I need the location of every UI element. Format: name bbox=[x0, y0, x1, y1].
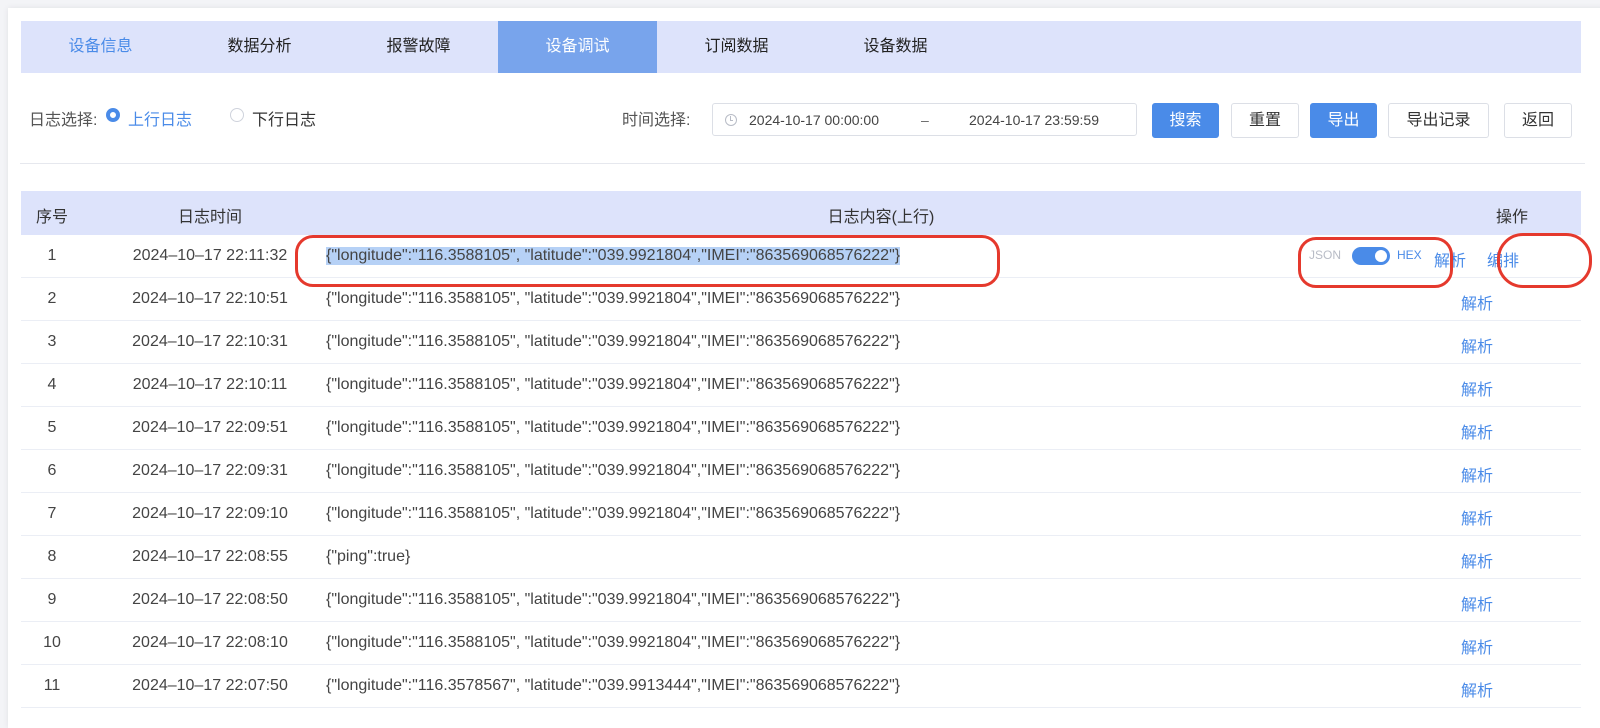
end-time-input[interactable]: 2024-10-17 23:59:59 bbox=[969, 112, 1099, 128]
tab-subscription-data[interactable]: 订阅数据 bbox=[657, 21, 816, 73]
table-row: 2 2024–10–17 22:10:51 {"longitude":"116.… bbox=[21, 278, 1581, 321]
row-seq: 5 bbox=[47, 419, 57, 436]
parse-link[interactable]: 解析 bbox=[1461, 591, 1493, 615]
tab-alarm-fault[interactable]: 报警故障 bbox=[339, 21, 498, 73]
row-seq: 3 bbox=[47, 333, 57, 350]
row-seq: 11 bbox=[43, 677, 61, 694]
row-seq: 6 bbox=[47, 462, 57, 479]
table-row: 9 2024–10–17 22:08:50 {"longitude":"116.… bbox=[21, 579, 1581, 622]
row-seq: 9 bbox=[47, 591, 57, 608]
row-seq: 2 bbox=[47, 290, 57, 307]
header-time: 日志时间 bbox=[177, 209, 242, 226]
table-row: 4 2024–10–17 22:10:11 {"longitude":"116.… bbox=[21, 364, 1581, 407]
toggle-json-label: JSON bbox=[1309, 248, 1342, 262]
log-table: 序号 日志时间 日志内容(上行) 操作 1 2024–10–17 22:11:3… bbox=[21, 191, 1581, 708]
table-row: 10 2024–10–17 22:08:10 {"longitude":"116… bbox=[21, 622, 1581, 665]
parse-link[interactable]: 解析 bbox=[1461, 462, 1493, 486]
parse-link[interactable]: 解析 bbox=[1461, 634, 1493, 658]
row-time: 2024–10–17 22:09:10 bbox=[132, 505, 288, 522]
date-range-picker[interactable]: 2024-10-17 00:00:00 – 2024-10-17 23:59:5… bbox=[712, 103, 1137, 136]
row-content: {"longitude":"116.3588105", "latitude":"… bbox=[326, 290, 901, 307]
row-content: {"longitude":"116.3588105", "latitude":"… bbox=[326, 376, 901, 393]
uplink-radio[interactable] bbox=[106, 108, 120, 122]
table-row: 6 2024–10–17 22:09:31 {"longitude":"116.… bbox=[21, 450, 1581, 493]
table-row: 7 2024–10–17 22:09:10 {"longitude":"116.… bbox=[21, 493, 1581, 536]
parse-link[interactable]: 解析 bbox=[1461, 419, 1493, 443]
parse-link[interactable]: 解析 bbox=[1461, 548, 1493, 572]
time-select-label: 时间选择: bbox=[622, 112, 691, 129]
toggle-hex-label: HEX bbox=[1397, 248, 1422, 262]
filter-bar: 日志选择: 上行日志 下行日志 时间选择: 2024-10-17 00:00:0… bbox=[20, 96, 1585, 138]
row-seq: 1 bbox=[47, 247, 57, 264]
back-button[interactable]: 返回 bbox=[1504, 103, 1572, 138]
export-records-button[interactable]: 导出记录 bbox=[1388, 103, 1489, 138]
row-time: 2024–10–17 22:11:32 bbox=[132, 247, 288, 264]
log-select-label: 日志选择: bbox=[29, 112, 98, 129]
row-time: 2024–10–17 22:08:55 bbox=[132, 548, 288, 565]
row-content: {"longitude":"116.3588105", "latitude":"… bbox=[326, 419, 901, 436]
row-time: 2024–10–17 22:07:50 bbox=[132, 677, 288, 694]
uplink-radio-label[interactable]: 上行日志 bbox=[128, 106, 192, 130]
row-content[interactable]: {"longitude":"116.3588105", "latitude":"… bbox=[326, 247, 901, 265]
row-content: {"longitude":"116.3588105", "latitude":"… bbox=[326, 634, 901, 651]
row-time: 2024–10–17 22:08:50 bbox=[132, 591, 288, 608]
tab-bar: 设备信息 数据分析 报警故障 设备调试 订阅数据 设备数据 bbox=[21, 21, 1581, 73]
export-button[interactable]: 导出 bbox=[1310, 103, 1377, 138]
range-separator: – bbox=[921, 112, 929, 128]
row-time: 2024–10–17 22:10:11 bbox=[132, 376, 288, 393]
table-row: 8 2024–10–17 22:08:55 {"ping":true} 解析 bbox=[21, 536, 1581, 579]
json-hex-toggle[interactable]: JSON HEX bbox=[1289, 244, 1429, 268]
tab-data-analysis[interactable]: 数据分析 bbox=[180, 21, 339, 73]
divider bbox=[20, 163, 1585, 164]
row-content: {"longitude":"116.3578567", "latitude":"… bbox=[326, 677, 901, 694]
table-row: 5 2024–10–17 22:09:51 {"longitude":"116.… bbox=[21, 407, 1581, 450]
row-seq: 4 bbox=[47, 376, 57, 393]
header-seq: 序号 bbox=[35, 209, 68, 226]
parse-link[interactable]: 解析 bbox=[1434, 247, 1466, 271]
toggle-switch[interactable] bbox=[1352, 247, 1390, 265]
reset-button[interactable]: 重置 bbox=[1231, 103, 1299, 138]
row-content: {"longitude":"116.3588105", "latitude":"… bbox=[326, 333, 901, 350]
row-seq: 7 bbox=[47, 505, 57, 522]
header-action: 操作 bbox=[1496, 209, 1529, 226]
row-content: {"longitude":"116.3588105", "latitude":"… bbox=[326, 591, 901, 608]
row-content: {"longitude":"116.3588105", "latitude":"… bbox=[326, 505, 901, 522]
start-time-input[interactable]: 2024-10-17 00:00:00 bbox=[749, 112, 879, 128]
row-seq: 8 bbox=[47, 548, 57, 565]
tab-device-info[interactable]: 设备信息 bbox=[21, 21, 180, 73]
table-row: 11 2024–10–17 22:07:50 {"longitude":"116… bbox=[21, 665, 1581, 708]
row-content: {"longitude":"116.3588105", "latitude":"… bbox=[326, 462, 901, 479]
table-header: 序号 日志时间 日志内容(上行) 操作 bbox=[21, 191, 1581, 235]
row-time: 2024–10–17 22:08:10 bbox=[132, 634, 288, 651]
row-time: 2024–10–17 22:10:51 bbox=[132, 290, 288, 307]
downlink-radio[interactable] bbox=[230, 108, 244, 122]
edit-link[interactable]: 编排 bbox=[1487, 247, 1519, 271]
row-content: {"ping":true} bbox=[326, 548, 411, 565]
clock-icon bbox=[725, 114, 737, 126]
header-content: 日志内容(上行) bbox=[827, 209, 935, 226]
tab-device-data[interactable]: 设备数据 bbox=[816, 21, 975, 73]
parse-link[interactable]: 解析 bbox=[1461, 333, 1493, 357]
parse-link[interactable]: 解析 bbox=[1461, 376, 1493, 400]
row-time: 2024–10–17 22:09:31 bbox=[132, 462, 288, 479]
tab-device-debug[interactable]: 设备调试 bbox=[498, 21, 657, 73]
downlink-radio-label[interactable]: 下行日志 bbox=[252, 106, 316, 130]
parse-link[interactable]: 解析 bbox=[1461, 677, 1493, 701]
parse-link[interactable]: 解析 bbox=[1461, 505, 1493, 529]
row-time: 2024–10–17 22:09:51 bbox=[132, 419, 288, 436]
row-seq: 10 bbox=[43, 634, 61, 651]
parse-link[interactable]: 解析 bbox=[1461, 290, 1493, 314]
table-row: 1 2024–10–17 22:11:32 {"longitude":"116.… bbox=[21, 235, 1581, 278]
table-row: 3 2024–10–17 22:10:31 {"longitude":"116.… bbox=[21, 321, 1581, 364]
row-time: 2024–10–17 22:10:31 bbox=[132, 333, 288, 350]
search-button[interactable]: 搜索 bbox=[1152, 103, 1219, 138]
